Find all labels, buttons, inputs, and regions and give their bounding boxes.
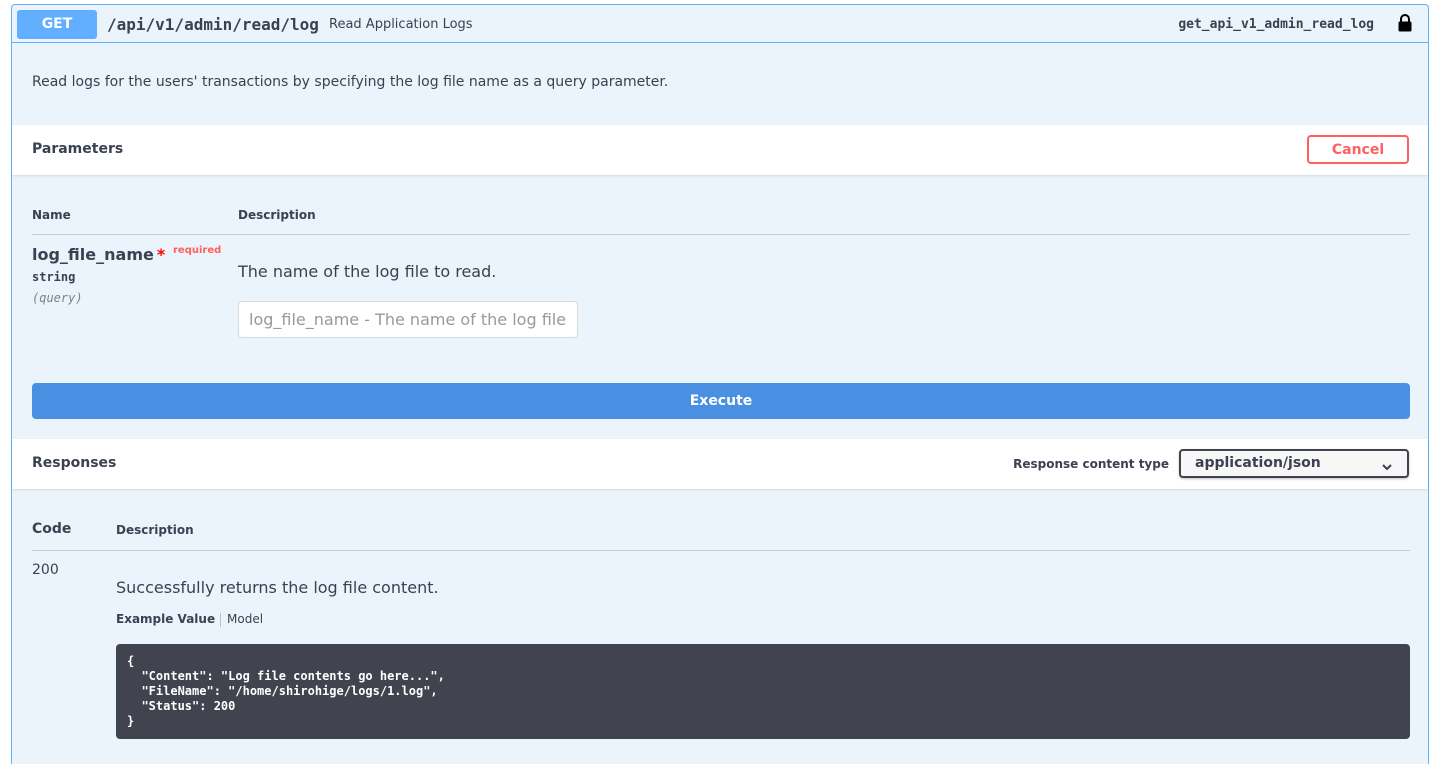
responses-divider [32,550,1410,551]
parameters-title: Parameters [32,141,124,157]
param-description: The name of the log file to read. [238,262,497,281]
response-col-code: Code [32,521,72,537]
required-label: required [173,245,222,256]
param-name-text: log_file_name [32,245,154,264]
responses-header: Responses Response content type applicat… [12,439,1428,489]
lock-icon[interactable] [1397,13,1413,33]
chevron-down-icon [1381,458,1393,471]
param-type: string [32,270,76,284]
operation-id: get_api_v1_admin_read_log [1178,17,1374,32]
tab-divider [220,613,221,627]
content-type-label: Response content type [1013,457,1169,471]
response-description: Successfully returns the log file conten… [116,578,439,597]
operation-description: Read logs for the users' transactions by… [32,74,669,90]
endpoint-path: /api/v1/admin/read/log [107,15,319,34]
operation-summary[interactable]: GET /api/v1/admin/read/log Read Applicat… [12,5,1428,43]
responses-title: Responses [32,455,117,471]
tab-model[interactable]: Model [227,612,263,626]
param-col-name: Name [32,208,71,222]
required-star: * [156,245,166,264]
tab-example-value[interactable]: Example Value [116,612,215,626]
response-col-description: Description [116,523,194,537]
param-in: (query) [32,291,83,305]
cancel-button[interactable]: Cancel [1307,135,1409,164]
parameters-header: Parameters Cancel [12,125,1428,175]
response-code: 200 [32,562,59,578]
operation-block: GET /api/v1/admin/read/log Read Applicat… [11,4,1429,764]
param-col-description: Description [238,208,316,222]
operation-summary-text: Read Application Logs [329,17,473,32]
content-type-value: application/json [1195,455,1321,471]
content-type-select[interactable]: application/json [1179,449,1409,478]
method-badge: GET [17,10,97,39]
log-file-name-input[interactable] [238,301,578,338]
execute-button[interactable]: Execute [32,383,1410,419]
param-name: log_file_name * [32,245,165,264]
example-json: { "Content": "Log file contents go here.… [116,644,1410,739]
params-divider [32,234,1410,235]
